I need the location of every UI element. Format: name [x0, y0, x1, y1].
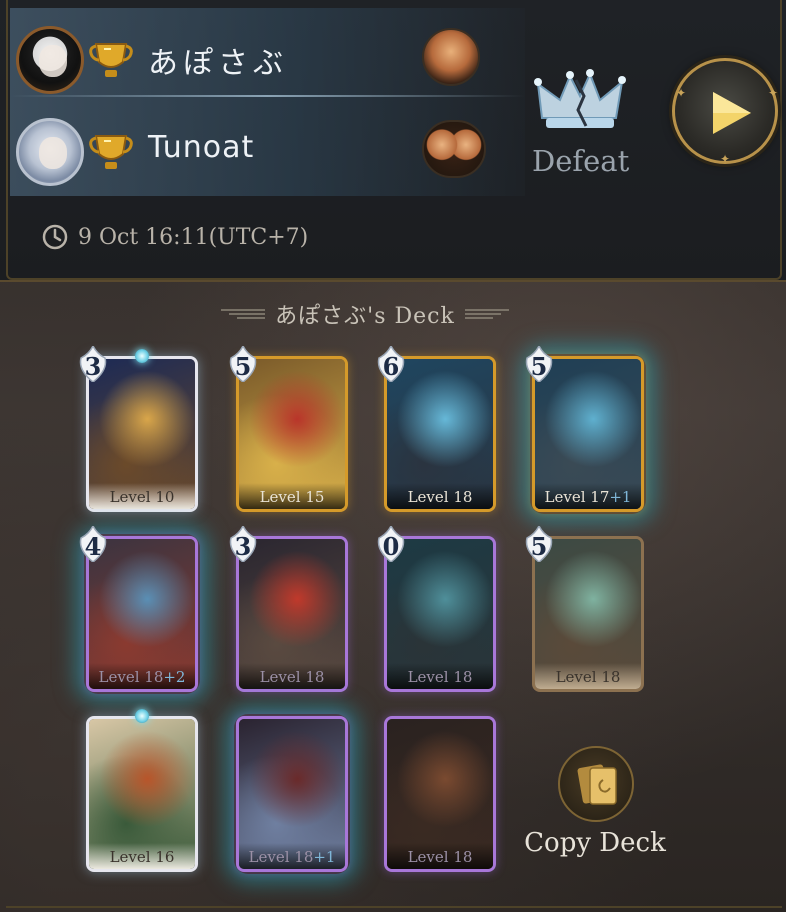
decor-star: ✦ — [768, 86, 779, 100]
player-1-name: あぽさぶ — [148, 46, 288, 81]
card-cost: 5 — [234, 352, 252, 381]
broken-crown-icon — [534, 69, 626, 128]
card-cost-badge: 5 — [524, 346, 554, 382]
card-cost-badge: 0 — [376, 526, 406, 562]
copy-deck-button[interactable]: Copy Deck — [520, 742, 670, 862]
match-time-row: 9 Oct 16:11(UTC+7) — [40, 222, 308, 252]
player-2-avatar[interactable] — [16, 118, 84, 186]
card-level-text: Level 18 — [407, 488, 473, 506]
card-level-text: Level 10 — [109, 488, 175, 506]
player-1-avatar[interactable] — [16, 26, 84, 94]
card-level: Level 18 — [387, 483, 493, 509]
card-cost: 5 — [530, 352, 548, 381]
card-level-text: Level 18 — [407, 848, 473, 866]
card-cost-badge: 4 — [78, 526, 108, 562]
card-level: Level 15 — [239, 483, 345, 509]
player-2-hero-portrait — [422, 120, 486, 178]
deck-title-row: あぽさぶ's Deck — [200, 294, 530, 334]
card-level: Level 18+1 — [239, 843, 345, 869]
card-level-text: Level 18 — [248, 848, 314, 866]
play-icon — [713, 92, 751, 134]
match-timestamp: 9 Oct 16:11(UTC+7) — [78, 224, 309, 250]
card-level: Level 18 — [387, 663, 493, 689]
footer-frame — [6, 906, 782, 912]
card-cost: 6 — [382, 352, 400, 381]
replay-button[interactable] — [672, 58, 778, 164]
trophy-icon — [89, 43, 133, 77]
card-gem-icon — [135, 709, 149, 723]
trophy-icon — [89, 135, 133, 169]
card-level-text: Level 15 — [259, 488, 325, 506]
card-level: Level 18 — [239, 663, 345, 689]
card-cost: 4 — [84, 532, 102, 561]
player-1-hero-portrait — [422, 28, 480, 86]
deck-card[interactable]: Level 18 — [384, 716, 496, 872]
card-level-bonus: +2 — [163, 668, 186, 686]
player-row-1: あぽさぶ — [0, 22, 520, 102]
decor-star: ✦ — [720, 152, 731, 166]
card-cost: 3 — [84, 352, 102, 381]
card-level-text: Level 18 — [98, 668, 164, 686]
ornament-left — [221, 309, 266, 319]
card-level: Level 18+2 — [89, 663, 195, 689]
card-gem-icon — [135, 349, 149, 363]
card-level: Level 17+1 — [535, 483, 641, 509]
card-level-text: Level 16 — [109, 848, 175, 866]
card-level: Level 10 — [89, 483, 195, 509]
card-level: Level 18 — [535, 663, 641, 689]
card-level: Level 18 — [387, 843, 493, 869]
card-cost-badge: 5 — [524, 526, 554, 562]
card-level: Level 16 — [89, 843, 195, 869]
card-cost: 0 — [382, 532, 400, 561]
player-2-name: Tunoat — [148, 130, 255, 165]
card-cost-badge: 3 — [78, 346, 108, 382]
card-level-text: Level 17 — [544, 488, 610, 506]
card-level-bonus: +1 — [609, 488, 632, 506]
player-row-2: Tunoat — [0, 114, 520, 194]
match-header: あぽさぶ Tunoat Defeat ✦ ✦ ✦ 9 Oct 16:11(UTC… — [0, 0, 786, 282]
card-cost: 5 — [530, 532, 548, 561]
decor-star: ✦ — [676, 86, 687, 100]
deck-card[interactable]: Level 18+1 — [236, 716, 348, 872]
deck-card[interactable]: Level 16 — [86, 716, 198, 872]
card-cost: 3 — [234, 532, 252, 561]
clock-icon — [42, 224, 68, 250]
deck-title: あぽさぶ's Deck — [275, 304, 455, 329]
card-level-text: Level 18 — [259, 668, 325, 686]
card-level-text: Level 18 — [407, 668, 473, 686]
card-level-bonus: +1 — [313, 848, 336, 866]
copy-deck-label: Copy Deck — [524, 828, 666, 858]
copy-deck-icon — [558, 746, 634, 822]
card-cost-badge: 6 — [376, 346, 406, 382]
card-cost-badge: 3 — [228, 526, 258, 562]
card-cost-badge: 5 — [228, 346, 258, 382]
card-level-text: Level 18 — [555, 668, 621, 686]
match-result: Defeat — [532, 144, 630, 178]
ornament-right — [464, 309, 509, 319]
